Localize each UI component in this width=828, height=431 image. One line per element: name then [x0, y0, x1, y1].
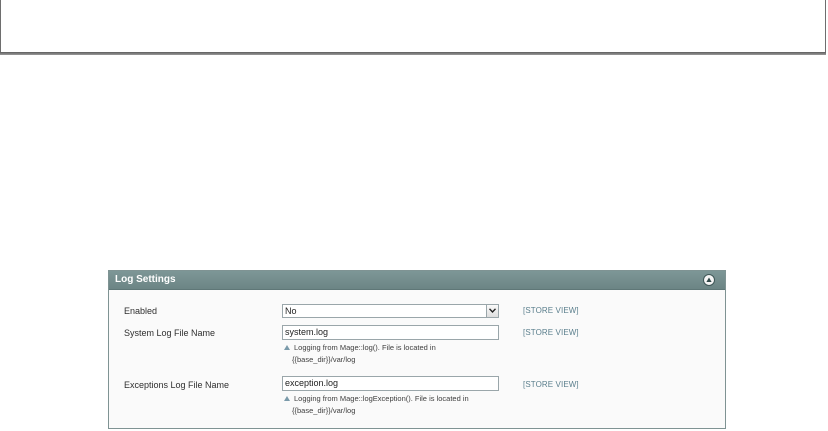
exception-log-note-line2: {{base_dir}}/var/log: [292, 406, 356, 415]
top-frame-shadow: [0, 52, 826, 55]
enabled-select[interactable]: No: [282, 304, 499, 318]
chevron-up-icon: [706, 277, 712, 282]
panel-title: Log Settings: [115, 274, 176, 285]
top-frame: [0, 0, 826, 54]
system-log-scope: [STORE VIEW]: [523, 328, 579, 337]
system-log-note-text1: Logging from Mage::log(). File is locate…: [294, 343, 436, 352]
exception-log-label: Exceptions Log File Name: [124, 380, 230, 390]
exception-log-note: Logging from Mage::logException(). File …: [284, 393, 514, 417]
log-settings-panel: Log Settings Enabled No [STORE VIEW] Sys…: [108, 270, 726, 429]
system-log-label: System Log File Name: [124, 328, 216, 338]
exception-log-note-line1: Logging from Mage::logException(). File …: [284, 393, 514, 405]
caret-up-icon: [284, 345, 290, 350]
collapse-button[interactable]: [703, 274, 715, 286]
page: Log Settings Enabled No [STORE VIEW] Sys…: [0, 0, 828, 431]
system-log-note: Logging from Mage::log(). File is locate…: [284, 342, 514, 366]
enabled-select-value: No: [285, 306, 297, 316]
exception-log-input[interactable]: exception.log: [282, 376, 499, 391]
system-log-note-line2: {{base_dir}}/var/log: [292, 355, 356, 364]
exception-log-scope: [STORE VIEW]: [523, 380, 579, 389]
enabled-label: Enabled: [124, 306, 158, 316]
select-dropdown-button[interactable]: [486, 305, 498, 317]
chevron-down-icon: [489, 308, 496, 313]
caret-up-icon: [284, 396, 290, 401]
panel-header[interactable]: Log Settings: [109, 271, 725, 290]
exception-log-note-text1: Logging from Mage::logException(). File …: [294, 394, 469, 403]
system-log-note-line1: Logging from Mage::log(). File is locate…: [284, 342, 514, 354]
enabled-scope: [STORE VIEW]: [523, 306, 579, 315]
system-log-input[interactable]: system.log: [282, 325, 499, 340]
